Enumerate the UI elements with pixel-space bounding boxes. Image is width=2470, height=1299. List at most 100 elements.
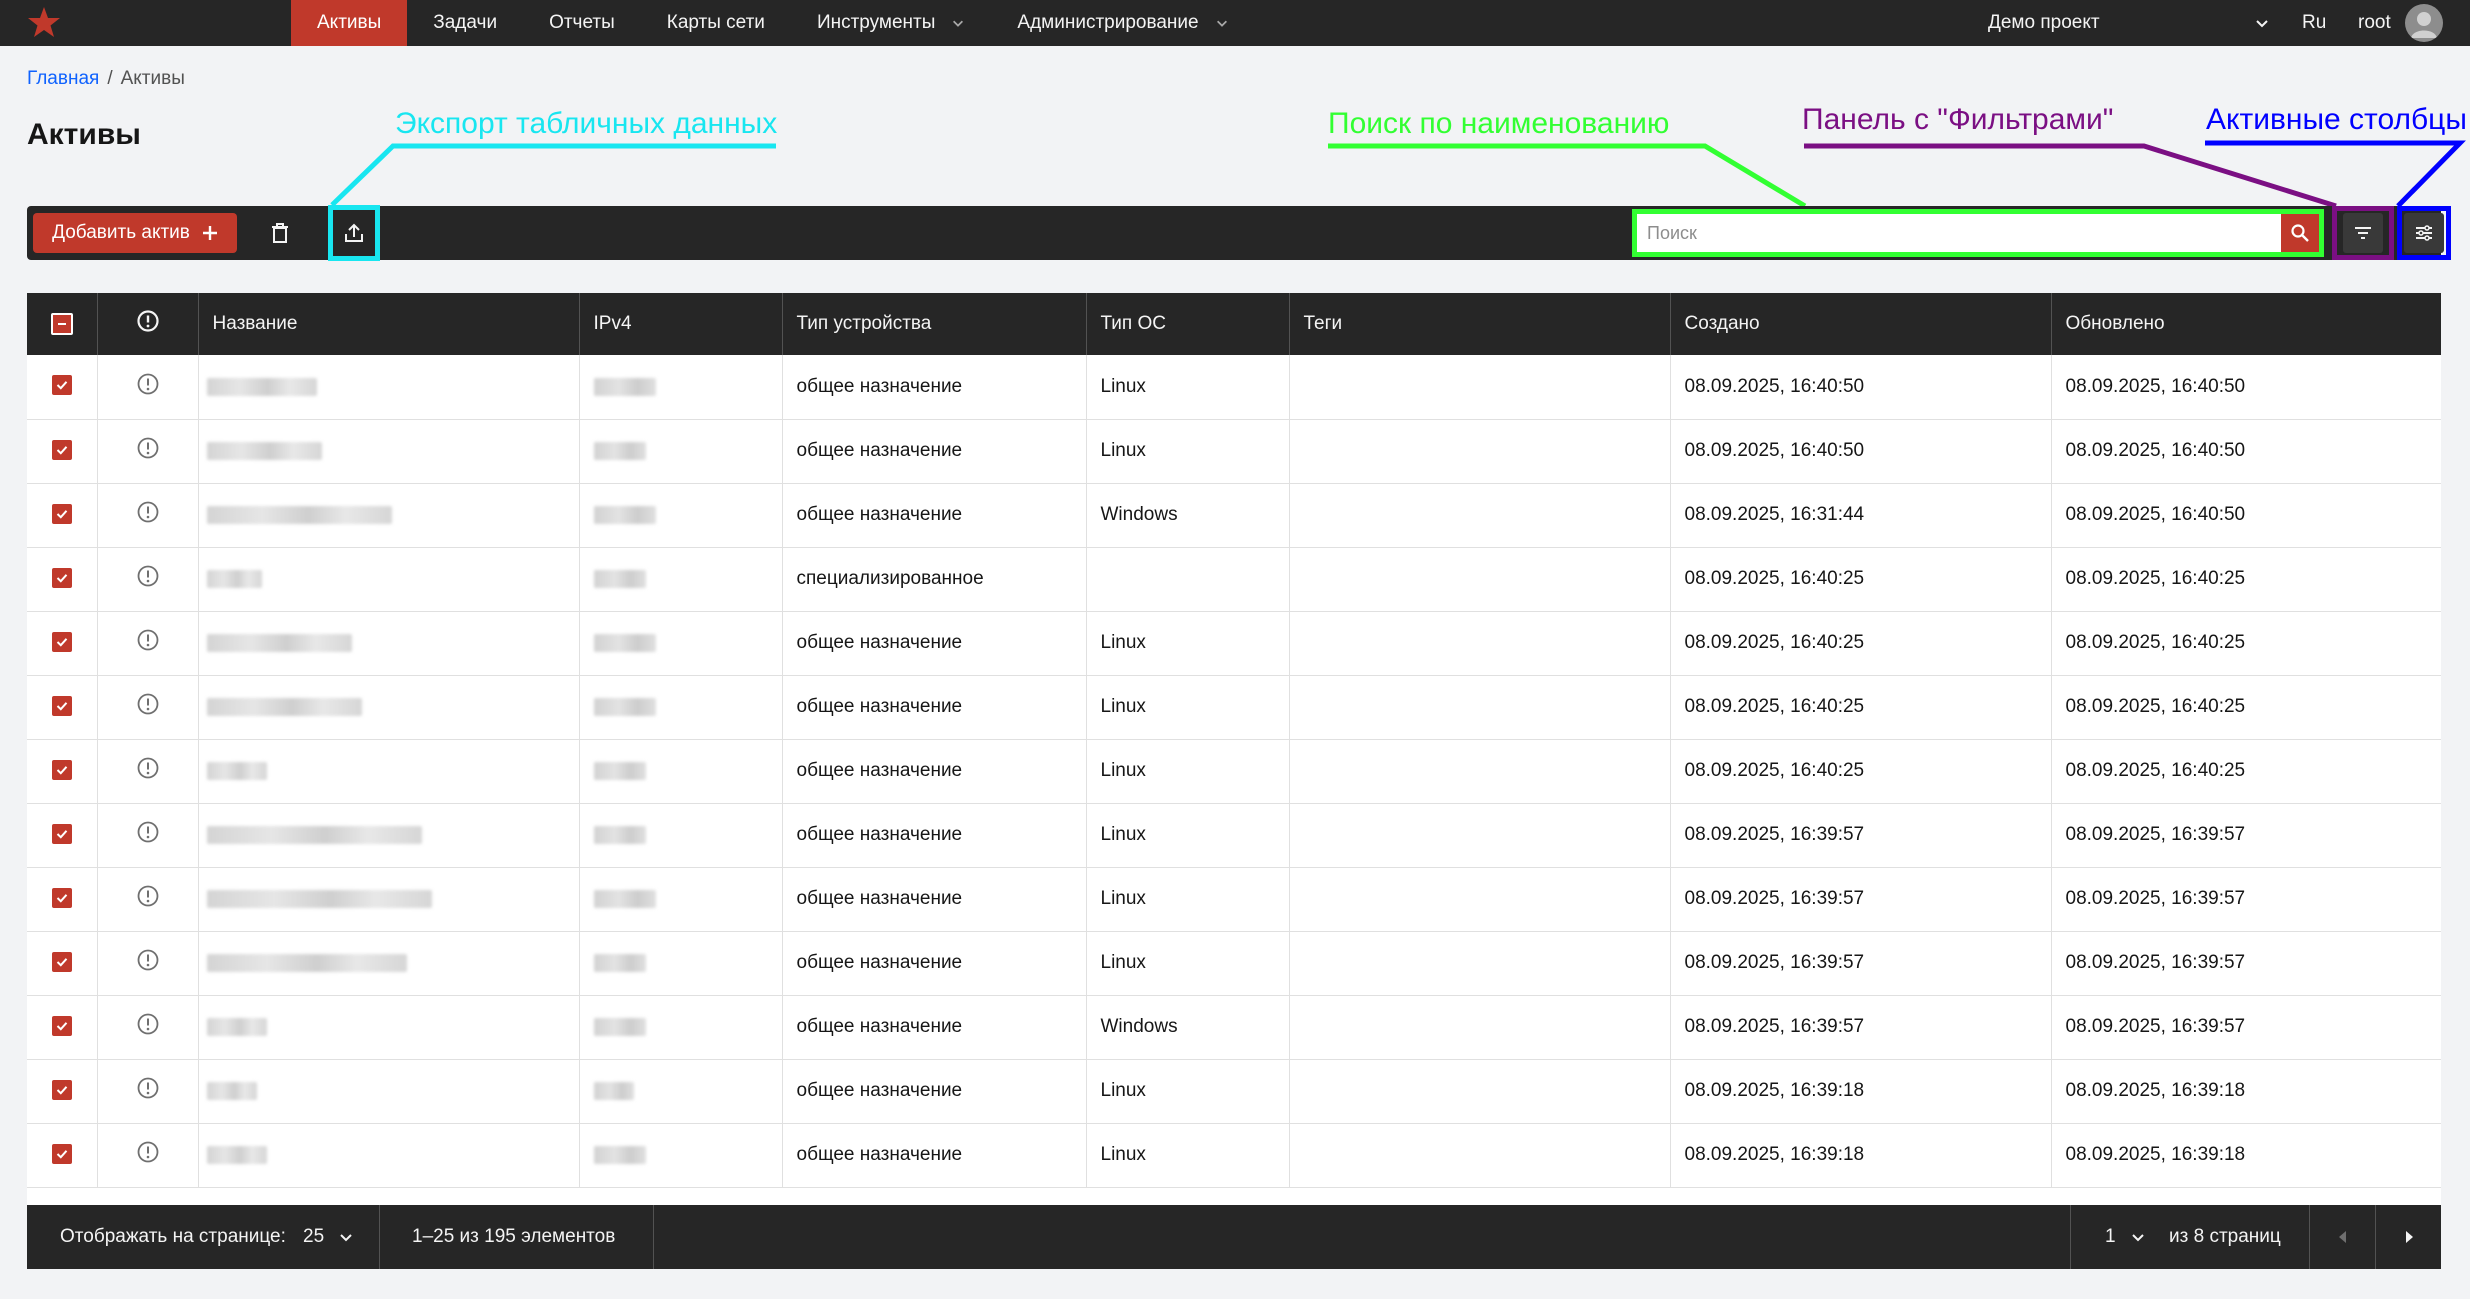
nav-item-label: Активы: [317, 12, 382, 33]
alert-circle-icon: [137, 885, 158, 907]
column-header-tags[interactable]: Теги: [1289, 293, 1671, 355]
breadcrumb-home-link[interactable]: Главная: [27, 68, 99, 89]
filters-button[interactable]: [2332, 206, 2394, 260]
search-input[interactable]: [1637, 214, 2277, 252]
active-columns-button[interactable]: [2397, 206, 2451, 260]
table-row[interactable]: общее назначение Linux 08.09.2025, 16:40:2…: [27, 611, 2441, 676]
cell-name[interactable]: [198, 739, 580, 804]
cell-name[interactable]: [198, 803, 580, 868]
row-checkbox[interactable]: [27, 1123, 98, 1188]
row-checkbox[interactable]: [27, 419, 98, 484]
row-checkbox[interactable]: [27, 931, 98, 996]
row-checkbox[interactable]: [27, 1059, 98, 1124]
table-row[interactable]: общее назначение Linux 08.09.2025, 16:39:1…: [27, 1059, 2441, 1124]
column-header-os-type[interactable]: Тип ОС: [1086, 293, 1290, 355]
cell-name[interactable]: [198, 483, 580, 548]
row-status[interactable]: [97, 1123, 199, 1188]
row-status[interactable]: [97, 675, 199, 740]
row-status[interactable]: [97, 803, 199, 868]
redacted-ip: [593, 1145, 646, 1164]
column-header-created[interactable]: Создано: [1670, 293, 2052, 355]
cell-name[interactable]: [198, 675, 580, 740]
cell-name[interactable]: [198, 1123, 580, 1188]
column-header-updated[interactable]: Обновлено: [2051, 293, 2441, 355]
table-row[interactable]: общее назначение Linux 08.09.2025, 16:39:5…: [27, 867, 2441, 932]
alert-circle-icon: [137, 565, 158, 587]
redacted-name: [206, 441, 322, 460]
row-status[interactable]: [97, 995, 199, 1060]
cell-name[interactable]: [198, 931, 580, 996]
nav-item-0[interactable]: Активы: [291, 0, 408, 46]
cell-name[interactable]: [198, 995, 580, 1060]
star-logo-icon[interactable]: [26, 5, 62, 41]
alert-circle-icon: [137, 693, 158, 715]
cell-name[interactable]: [198, 867, 580, 932]
page-select[interactable]: 1: [2105, 1205, 2146, 1269]
table-row[interactable]: общее назначение Linux 08.09.2025, 16:39:5…: [27, 803, 2441, 868]
cell-ipv4: [579, 675, 783, 740]
row-checkbox[interactable]: [27, 675, 98, 740]
table-row[interactable]: общее назначение Linux 08.09.2025, 16:39:5…: [27, 931, 2441, 996]
cell-created: 08.09.2025, 16:39:57: [1670, 867, 2052, 932]
row-checkbox[interactable]: [27, 867, 98, 932]
column-header-ipv4[interactable]: IPv4: [579, 293, 783, 355]
nav-item-label: Инструменты: [816, 12, 936, 33]
row-status[interactable]: [97, 931, 199, 996]
table-row[interactable]: общее назначение Linux 08.09.2025, 16:40:5…: [27, 419, 2441, 484]
checkbox-checked-icon: [51, 951, 72, 972]
table-row[interactable]: общее назначение Linux 08.09.2025, 16:40:2…: [27, 739, 2441, 804]
row-status[interactable]: [97, 483, 199, 548]
row-status[interactable]: [97, 611, 199, 676]
nav-item-3[interactable]: Карты сети: [641, 0, 791, 46]
export-button[interactable]: [328, 205, 380, 261]
row-status[interactable]: [97, 739, 199, 804]
table-row[interactable]: общее назначение Windows 08.09.2025, 16:39…: [27, 995, 2441, 1060]
search-button[interactable]: [2281, 214, 2319, 252]
row-checkbox[interactable]: [27, 611, 98, 676]
table-row[interactable]: общее назначение Windows 08.09.2025, 16:31…: [27, 483, 2441, 548]
user-name[interactable]: root: [2358, 0, 2391, 46]
cell-name[interactable]: [198, 611, 580, 676]
table-row[interactable]: общее назначение Linux 08.09.2025, 16:40:2…: [27, 675, 2441, 740]
row-checkbox[interactable]: [27, 803, 98, 868]
cell-name[interactable]: [198, 419, 580, 484]
row-status[interactable]: [97, 547, 199, 612]
row-status[interactable]: [97, 867, 199, 932]
cell-name[interactable]: [198, 355, 580, 420]
row-status[interactable]: [97, 355, 199, 420]
row-checkbox[interactable]: [27, 355, 98, 420]
next-page-button[interactable]: [2376, 1205, 2441, 1269]
column-header-device-type[interactable]: Тип устройства: [782, 293, 1087, 355]
add-asset-button[interactable]: Добавить актив: [33, 213, 237, 253]
table-row[interactable]: общее назначение Linux 08.09.2025, 16:40:5…: [27, 355, 2441, 420]
prev-page-button[interactable]: [2310, 1205, 2375, 1269]
nav-item-4[interactable]: Инструменты: [791, 0, 991, 46]
cell-tags: [1289, 483, 1671, 548]
nav-item-5[interactable]: Администрирование: [991, 0, 1254, 46]
table-row[interactable]: специализированное 08.09.2025, 16:40:25 08…: [27, 547, 2441, 612]
cell-device-type: общее назначение: [782, 931, 1087, 996]
row-status[interactable]: [97, 1059, 199, 1124]
project-dropdown-chevron-icon[interactable]: [2254, 0, 2270, 46]
cell-device-type: общее назначение: [782, 675, 1087, 740]
project-selector[interactable]: Демо проект: [1988, 0, 2100, 46]
row-checkbox[interactable]: [27, 995, 98, 1060]
cell-created: 08.09.2025, 16:39:18: [1670, 1123, 2052, 1188]
row-checkbox[interactable]: [27, 547, 98, 612]
cell-updated: 08.09.2025, 16:40:25: [2051, 547, 2441, 612]
row-checkbox[interactable]: [27, 739, 98, 804]
delete-button[interactable]: [260, 213, 300, 253]
column-header-name[interactable]: Название: [198, 293, 580, 355]
row-status[interactable]: [97, 419, 199, 484]
select-all-checkbox[interactable]: [27, 293, 98, 355]
cell-name[interactable]: [198, 547, 580, 612]
language-switch[interactable]: Ru: [2302, 0, 2326, 46]
redacted-ip: [593, 633, 656, 652]
per-page-select[interactable]: 25: [303, 1205, 354, 1269]
row-checkbox[interactable]: [27, 483, 98, 548]
nav-item-1[interactable]: Задачи: [407, 0, 523, 46]
table-row[interactable]: общее назначение Linux 08.09.2025, 16:39:1…: [27, 1123, 2441, 1188]
nav-item-2[interactable]: Отчеты: [523, 0, 641, 46]
user-avatar-icon[interactable]: [2405, 4, 2443, 42]
cell-name[interactable]: [198, 1059, 580, 1124]
